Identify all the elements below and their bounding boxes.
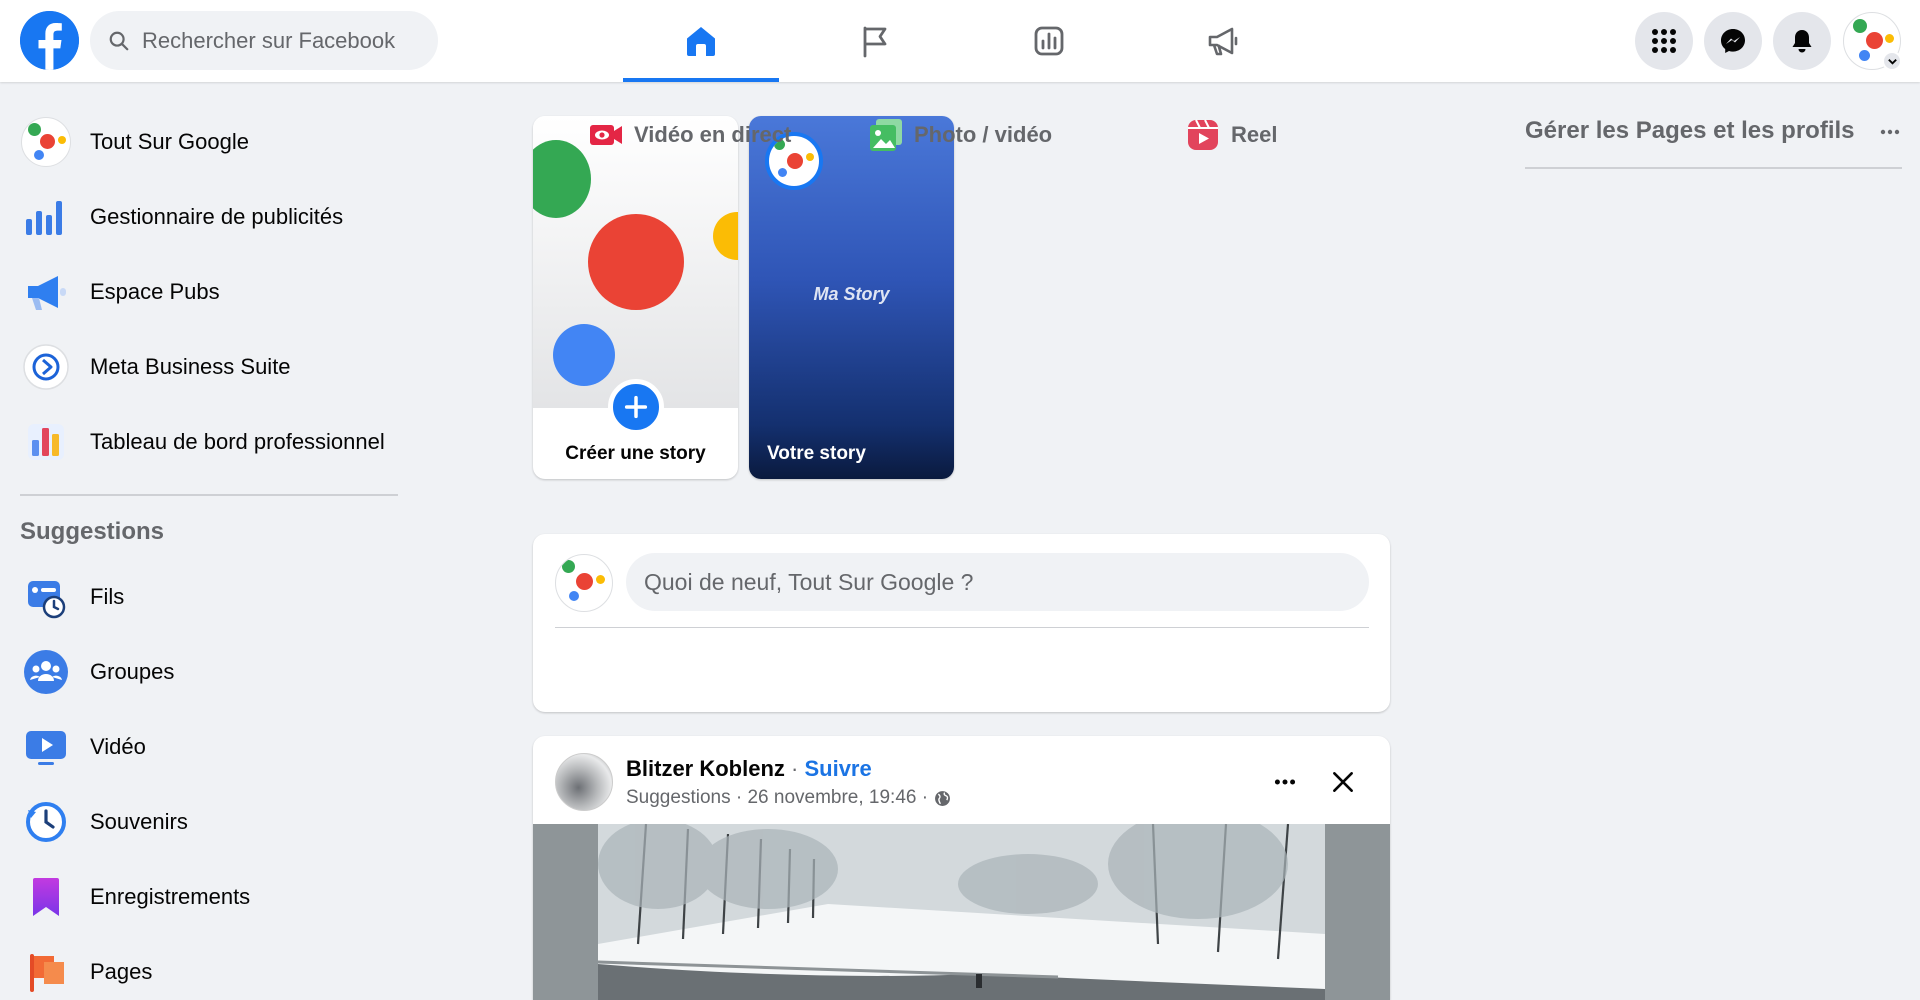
live-video-icon [590, 125, 622, 145]
create-story-label: Créer une story [565, 443, 706, 464]
sidebar-item-label: Gestionnaire de publicités [90, 204, 344, 229]
close-icon [1333, 772, 1353, 792]
photo-video-button[interactable]: Photo / vidéo [858, 108, 1062, 162]
tab-pages[interactable] [797, 0, 953, 82]
my-story-card[interactable]: Ma Story Votre story [749, 116, 954, 479]
bell-icon [1792, 30, 1812, 53]
sidebar-item-meta-business-suite[interactable]: Meta Business Suite [10, 332, 410, 402]
sidebar-item-ads-manager[interactable]: Gestionnaire de publicités [10, 182, 410, 252]
post-media[interactable] [533, 824, 1390, 1000]
dashboard-icon [28, 424, 64, 460]
sidebar-divider [20, 494, 398, 496]
hide-post-button[interactable] [1321, 760, 1365, 804]
menu-button[interactable] [1635, 12, 1693, 70]
messenger-icon [1721, 29, 1745, 53]
post-meta: Suggestions · 26 novembre, 19:46 · [626, 787, 951, 809]
pages-icon [30, 954, 64, 992]
sidebar-item-feeds[interactable]: Fils [10, 562, 410, 632]
author-avatar[interactable] [555, 753, 613, 811]
sidebar-item-pages[interactable]: Pages [10, 937, 410, 1000]
add-story-button[interactable] [608, 379, 664, 435]
sidebar-item-memories[interactable]: Souvenirs [10, 787, 410, 857]
sidebar-item-profile[interactable]: Tout Sur Google [10, 107, 410, 177]
megaphone-icon [1208, 27, 1238, 56]
right-divider [1525, 167, 1902, 169]
grid-menu-icon [1652, 29, 1676, 53]
sidebar-item-pro-dashboard[interactable]: Tableau de bord professionnel [10, 407, 410, 477]
post-meta-text: Suggestions · 26 novembre, 19:46 · [626, 787, 929, 808]
search-bar[interactable] [90, 11, 438, 70]
separator-dot: · [784, 756, 805, 781]
chart-icon [1034, 26, 1064, 56]
ads-manager-icon [26, 201, 62, 235]
sidebar-item-label: Vidéo [90, 734, 146, 759]
groups-icon [24, 650, 68, 694]
tab-ads[interactable] [1145, 0, 1301, 82]
live-video-button[interactable]: Vidéo en direct [578, 108, 801, 162]
sidebar-item-label: Tableau de bord professionnel [90, 429, 385, 454]
sidebar-item-video[interactable]: Vidéo [10, 712, 410, 782]
profile-avatar [21, 117, 71, 167]
post-options-button[interactable] [1263, 760, 1307, 804]
post-header: Blitzer Koblenz · Suivre [626, 756, 872, 782]
tab-home[interactable] [623, 0, 779, 82]
video-icon [26, 731, 66, 765]
author-name[interactable]: Blitzer Koblenz [626, 756, 785, 781]
reel-icon [1188, 119, 1218, 150]
account-button[interactable] [1843, 12, 1902, 71]
create-story-card[interactable]: Créer une story [533, 116, 738, 479]
feeds-icon [28, 581, 66, 619]
saved-icon [33, 878, 59, 916]
sidebar-item-label: Souvenirs [90, 809, 188, 834]
post-composer: Quoi de neuf, Tout Sur Google ? [533, 534, 1390, 712]
plus-icon [624, 395, 648, 419]
feed-post: Blitzer Koblenz · Suivre Suggestions · 2… [533, 736, 1390, 1000]
notifications-button[interactable] [1773, 12, 1831, 70]
composer-input[interactable]: Quoi de neuf, Tout Sur Google ? [626, 553, 1369, 611]
snowy-road-image [598, 824, 1325, 1000]
photo-icon [870, 119, 902, 151]
business-suite-icon [23, 344, 69, 390]
more-horizontal-icon [1274, 779, 1296, 785]
photo-video-label: Photo / vidéo [914, 122, 1053, 147]
follow-link[interactable]: Suivre [804, 756, 871, 781]
profile-avatar[interactable] [555, 554, 613, 612]
chevron-down-icon [1882, 51, 1902, 71]
reel-label: Reel [1231, 122, 1278, 147]
more-horizontal-icon [1880, 129, 1900, 135]
sidebar-item-label: Espace Pubs [90, 279, 220, 304]
sidebar-item-ads-space[interactable]: Espace Pubs [10, 257, 410, 327]
globe-icon [935, 790, 951, 806]
manage-pages-options-button[interactable] [1872, 114, 1908, 150]
search-icon [109, 31, 129, 50]
story-text: Ma Story [813, 284, 890, 304]
tab-insights[interactable] [971, 0, 1127, 82]
my-story-label: Votre story [767, 443, 866, 464]
live-video-label: Vidéo en direct [634, 122, 792, 147]
sidebar-item-groups[interactable]: Groupes [10, 637, 410, 707]
memories-icon [26, 802, 66, 842]
flag-icon [863, 26, 887, 58]
megaphone-icon [28, 276, 66, 310]
sidebar-item-saved[interactable]: Enregistrements [10, 862, 410, 932]
sidebar-item-label: Pages [90, 959, 153, 984]
sidebar-item-label: Enregistrements [90, 884, 251, 909]
manage-pages-heading: Gérer les Pages et les profils [1525, 117, 1855, 144]
messenger-button[interactable] [1704, 12, 1762, 70]
sidebar-item-label: Groupes [90, 659, 175, 684]
search-input[interactable] [142, 27, 412, 54]
suggestions-heading: Suggestions [20, 518, 165, 545]
home-icon [687, 27, 715, 56]
reel-button[interactable]: Reel [1175, 108, 1287, 162]
sidebar-item-label: Meta Business Suite [90, 354, 291, 379]
top-navigation-bar [0, 0, 1920, 82]
sidebar-item-label: Fils [90, 584, 125, 609]
facebook-logo-icon[interactable] [20, 11, 79, 70]
composer-divider [555, 627, 1369, 628]
post-photo [598, 824, 1325, 1000]
sidebar-item-label: Tout Sur Google [90, 129, 249, 154]
